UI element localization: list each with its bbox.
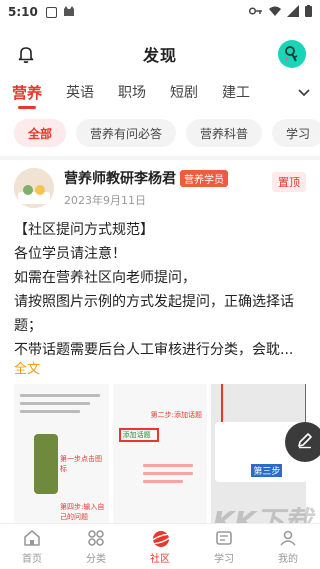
- tab-community[interactable]: 社区: [128, 524, 192, 569]
- grid-icon: [86, 528, 106, 548]
- post-line: 请按照图片示例的方式发起提问，正确选择话题；: [14, 294, 294, 334]
- chip-all[interactable]: 全部: [14, 119, 67, 147]
- post-content[interactable]: 【社区提问方式规范】 各位学员请注意！ 如需在营养社区向老师提问， 请按照图片示…: [14, 218, 308, 362]
- edit-icon: [296, 431, 314, 453]
- post-image-2[interactable]: 第二步:添加话题 添加话题: [112, 384, 208, 524]
- tab-label: 社区: [150, 554, 170, 565]
- author-avatar[interactable]: [14, 168, 54, 208]
- step1-label: 第一步点击图标: [60, 455, 102, 473]
- battery-icon: [305, 4, 312, 20]
- tab-english[interactable]: 英语: [66, 82, 94, 102]
- tab-workplace[interactable]: 职场: [118, 82, 146, 102]
- notification-icon: [45, 6, 57, 18]
- topic-chips: 全部 营养有问必答 营养科普 学习: [0, 118, 320, 148]
- status-bar: 5:10: [0, 0, 320, 24]
- category-tabs: 营养 英语 职场 短剧 建工: [0, 78, 320, 109]
- bottle-image: [34, 434, 58, 494]
- tab-study[interactable]: 学习: [192, 524, 256, 569]
- post-line: 各位学员请注意！: [14, 246, 126, 262]
- compose-button[interactable]: [285, 422, 320, 462]
- tab-label: 学习: [214, 554, 234, 565]
- cat-icon: [63, 5, 75, 20]
- tab-label: 首页: [22, 554, 42, 565]
- pinned-badge: 置顶: [272, 172, 306, 192]
- tab-short-drama[interactable]: 短剧: [170, 82, 198, 102]
- author-badge: 营养学员: [180, 169, 228, 187]
- tab-label: 我的: [278, 554, 298, 565]
- post-image-1[interactable]: 第一步点击图标 第四步:输入自己的问题: [14, 384, 109, 524]
- post-date: 2023年9月11日: [64, 194, 146, 207]
- post-line: 如需在营养社区向老师提问，: [14, 270, 196, 286]
- top-header: 发现: [0, 34, 320, 74]
- user-avatar[interactable]: [278, 40, 306, 68]
- home-icon: [22, 528, 42, 548]
- step3-label: 第三步: [251, 464, 283, 477]
- user-icon: [278, 528, 298, 548]
- signal-icon: [287, 4, 299, 20]
- author-name[interactable]: 营养师教研李杨君: [64, 168, 176, 188]
- tab-home[interactable]: 首页: [0, 524, 64, 569]
- add-topic-label: 添加话题: [122, 431, 151, 439]
- bell-icon[interactable]: [16, 44, 36, 64]
- post-line: 【社区提问方式规范】: [14, 222, 154, 238]
- full-text-link[interactable]: 全文: [14, 358, 40, 377]
- post-line: 不带话题需要后台人工审核进行分类，会耽...: [14, 342, 294, 358]
- tab-label: 分类: [86, 554, 106, 565]
- step2-label: 第二步:添加话题: [150, 411, 203, 419]
- page-title: 发现: [142, 46, 177, 65]
- post-header: 营养师教研李杨君 营养学员 2023年9月11日 置顶: [14, 168, 306, 208]
- study-icon: [214, 528, 234, 548]
- step4-label: 第四步:输入自己的问题: [60, 503, 105, 521]
- tab-mine[interactable]: 我的: [256, 524, 320, 569]
- chevron-down-icon[interactable]: [296, 84, 312, 100]
- chip-study[interactable]: 学习: [272, 119, 320, 147]
- wifi-icon: [269, 5, 281, 20]
- chip-nutrition-science[interactable]: 营养科普: [186, 119, 263, 147]
- tab-construction[interactable]: 建工: [222, 82, 250, 102]
- planet-icon: [150, 528, 172, 548]
- section-divider: [0, 156, 320, 160]
- status-time: 5:10: [8, 5, 38, 19]
- chip-nutrition-qa[interactable]: 营养有问必答: [76, 119, 177, 147]
- bottom-tab-bar: 首页 分类 社区 学习 我的: [0, 523, 320, 569]
- tab-nutrition[interactable]: 营养: [12, 82, 42, 109]
- key-icon: [248, 5, 263, 19]
- tab-category[interactable]: 分类: [64, 524, 128, 569]
